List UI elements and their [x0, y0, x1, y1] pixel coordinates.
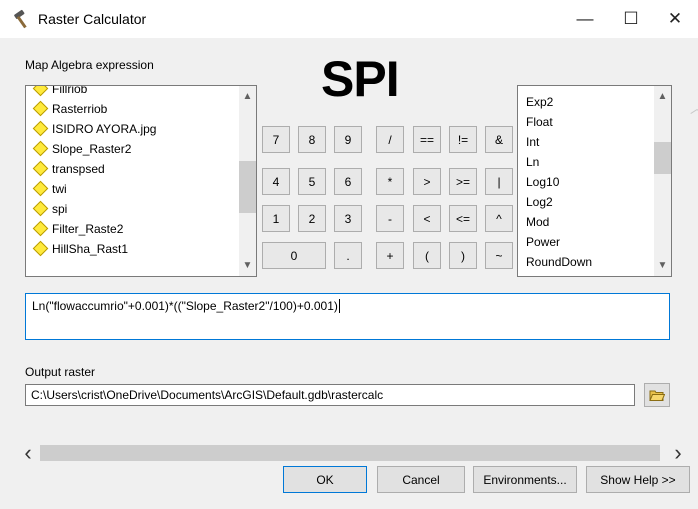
title-bar: Raster Calculator — ☐ ✕: [0, 0, 698, 38]
list-item[interactable]: Int: [526, 132, 539, 152]
show-help-button[interactable]: Show Help >>: [586, 466, 690, 493]
scroll-thumb[interactable]: [654, 142, 671, 174]
expression-label: Map Algebra expression: [25, 58, 154, 72]
raster-layer-icon: [32, 240, 49, 257]
key-3[interactable]: 3: [334, 205, 362, 232]
key-6[interactable]: 6: [334, 168, 362, 195]
key-less[interactable]: <: [413, 205, 441, 232]
raster-layer-icon: [32, 180, 49, 197]
scroll-up-icon[interactable]: ▲: [239, 88, 256, 105]
key-less-equal[interactable]: <=: [449, 205, 477, 232]
list-item[interactable]: Float: [526, 112, 553, 132]
hammer-icon: [14, 9, 27, 29]
window-title: Raster Calculator: [38, 11, 147, 27]
key-not-equal[interactable]: !=: [449, 126, 477, 153]
raster-layer-icon: [32, 220, 49, 237]
list-item[interactable]: HillSha_Rast1: [26, 239, 128, 259]
scroll-thumb[interactable]: [239, 161, 256, 213]
scroll-left-icon[interactable]: ‹: [18, 440, 38, 465]
function-list-scrollbar[interactable]: ▲ ▼: [654, 86, 671, 276]
key-plus[interactable]: +: [376, 242, 404, 269]
list-item[interactable]: RoundDown: [526, 252, 592, 272]
key-greater-equal[interactable]: >=: [449, 168, 477, 195]
key-or[interactable]: |: [485, 168, 513, 195]
list-item[interactable]: ISIDRO AYORA.jpg: [26, 119, 156, 139]
list-item[interactable]: Slope_Raster2: [26, 139, 131, 159]
raster-layer-icon: [32, 100, 49, 117]
key-multiply[interactable]: *: [376, 168, 404, 195]
key-equal[interactable]: ==: [413, 126, 441, 153]
ok-button[interactable]: OK: [283, 466, 367, 493]
dialog-body: Map Algebra expression SPI Fillriob Rast…: [0, 38, 698, 509]
scroll-up-icon[interactable]: ▲: [654, 88, 671, 105]
minimize-button[interactable]: —: [562, 0, 608, 38]
list-item[interactable]: Filter_Raste2: [26, 219, 123, 239]
key-7[interactable]: 7: [262, 126, 290, 153]
key-9[interactable]: 9: [334, 126, 362, 153]
key-8[interactable]: 8: [298, 126, 326, 153]
list-item[interactable]: Power: [526, 232, 560, 252]
raster-layer-icon: [32, 120, 49, 137]
list-item[interactable]: Mod: [526, 212, 549, 232]
raster-layer-icon: [32, 140, 49, 157]
key-xor[interactable]: ^: [485, 205, 513, 232]
key-not[interactable]: ~: [485, 242, 513, 269]
list-item[interactable]: spi: [26, 199, 67, 219]
list-item[interactable]: Rasterriob: [26, 99, 107, 119]
list-item[interactable]: Log2: [526, 192, 553, 212]
list-item[interactable]: transpsed: [26, 159, 105, 179]
key-2[interactable]: 2: [298, 205, 326, 232]
expression-text: Ln("flowaccumrio"+0.001)*(("Slope_Raster…: [32, 299, 338, 313]
horizontal-scrollbar[interactable]: ‹ ›: [18, 440, 688, 465]
output-raster-label: Output raster: [25, 365, 96, 379]
key-open-paren[interactable]: (: [413, 242, 441, 269]
key-and[interactable]: &: [485, 126, 513, 153]
list-item[interactable]: twi: [26, 179, 67, 199]
maximize-button[interactable]: ☐: [608, 0, 654, 38]
raster-layer-icon: [32, 86, 49, 97]
output-raster-input[interactable]: C:\Users\crist\OneDrive\Documents\ArcGIS…: [25, 384, 635, 406]
spi-heading: SPI: [321, 51, 400, 107]
key-1[interactable]: 1: [262, 205, 290, 232]
function-list[interactable]: Exp2 Float Int Ln Log10 Log2 Mod Power R…: [517, 85, 672, 277]
key-divide[interactable]: /: [376, 126, 404, 153]
key-5[interactable]: 5: [298, 168, 326, 195]
layer-list[interactable]: Fillriob Rasterriob ISIDRO AYORA.jpg Slo…: [25, 85, 257, 277]
scroll-down-icon[interactable]: ▼: [654, 257, 671, 274]
scroll-thumb[interactable]: [40, 445, 660, 461]
scroll-right-icon[interactable]: ›: [668, 440, 688, 465]
key-close-paren[interactable]: ): [449, 242, 477, 269]
list-item[interactable]: Ln: [526, 152, 539, 172]
text-cursor: [338, 299, 340, 313]
cancel-button[interactable]: Cancel: [377, 466, 465, 493]
open-folder-icon: [649, 390, 665, 401]
browse-button[interactable]: [644, 383, 670, 407]
key-4[interactable]: 4: [262, 168, 290, 195]
environments-button[interactable]: Environments...: [473, 466, 577, 493]
raster-layer-icon: [32, 160, 49, 177]
close-button[interactable]: ✕: [652, 0, 698, 38]
key-decimal[interactable]: .: [334, 242, 362, 269]
list-item[interactable]: Exp2: [526, 92, 553, 112]
key-greater[interactable]: >: [413, 168, 441, 195]
scrollbar-up-icon: ︿: [690, 98, 698, 118]
list-item[interactable]: Fillriob: [26, 86, 87, 99]
key-0[interactable]: 0: [262, 242, 326, 269]
raster-layer-icon: [32, 200, 49, 217]
list-item[interactable]: Log10: [526, 172, 559, 192]
key-minus[interactable]: -: [376, 205, 404, 232]
expression-input[interactable]: Ln("flowaccumrio"+0.001)*(("Slope_Raster…: [25, 293, 670, 340]
scroll-down-icon[interactable]: ▼: [239, 257, 256, 274]
layer-list-scrollbar[interactable]: ▲ ▼: [239, 86, 256, 276]
